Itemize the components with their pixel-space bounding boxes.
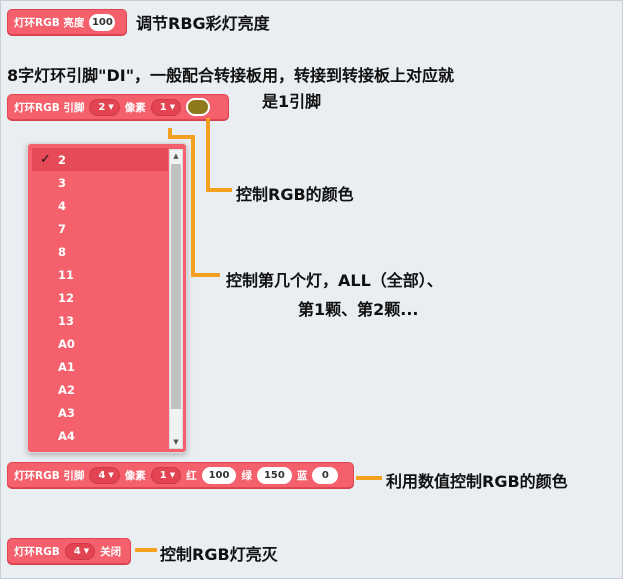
blue-label: 蓝 xyxy=(296,469,308,482)
chevron-down-icon: ▼ xyxy=(83,547,90,555)
toggle-note: 控制RGB灯亮灭 xyxy=(160,545,278,564)
rgb-value-block[interactable]: 灯环RGB 引脚 4 ▼ 像素 1 ▼ 红 100 绿 150 蓝 0 xyxy=(7,462,354,488)
toggle-state[interactable]: 关闭 xyxy=(100,544,121,559)
arrow-pixel-line xyxy=(168,128,220,277)
pin-dropdown[interactable]: 4 ▼ xyxy=(64,542,96,560)
chevron-down-icon: ▼ xyxy=(108,471,114,479)
red-value-input[interactable]: 100 xyxy=(201,466,237,484)
arrow-color-line xyxy=(206,118,232,192)
pin-label: 灯环RGB 引脚 xyxy=(14,469,85,482)
pixel-label: 像素 xyxy=(124,469,146,482)
green-label: 绿 xyxy=(241,469,252,482)
blue-value-input[interactable]: 0 xyxy=(312,466,339,484)
toggle-label: 灯环RGB xyxy=(14,545,60,558)
color-note: 控制RGB的颜色 xyxy=(236,185,354,204)
pin-dropdown[interactable]: 4 ▼ xyxy=(89,466,120,484)
which-pixel-note-line1: 控制第几个灯，ALL（全部）、 xyxy=(226,271,443,290)
which-pixel-note-line2: 第1颗、第2颗... xyxy=(298,300,419,319)
toggle-block[interactable]: 灯环RGB 4 ▼ 关闭 xyxy=(7,538,131,564)
pixel-dropdown[interactable]: 1 ▼ xyxy=(150,466,182,484)
chevron-down-icon: ▼ xyxy=(169,471,176,479)
rgb-note: 利用数值控制RGB的颜色 xyxy=(386,472,568,491)
red-label: 红 xyxy=(186,469,197,482)
green-value-input[interactable]: 150 xyxy=(256,466,292,484)
